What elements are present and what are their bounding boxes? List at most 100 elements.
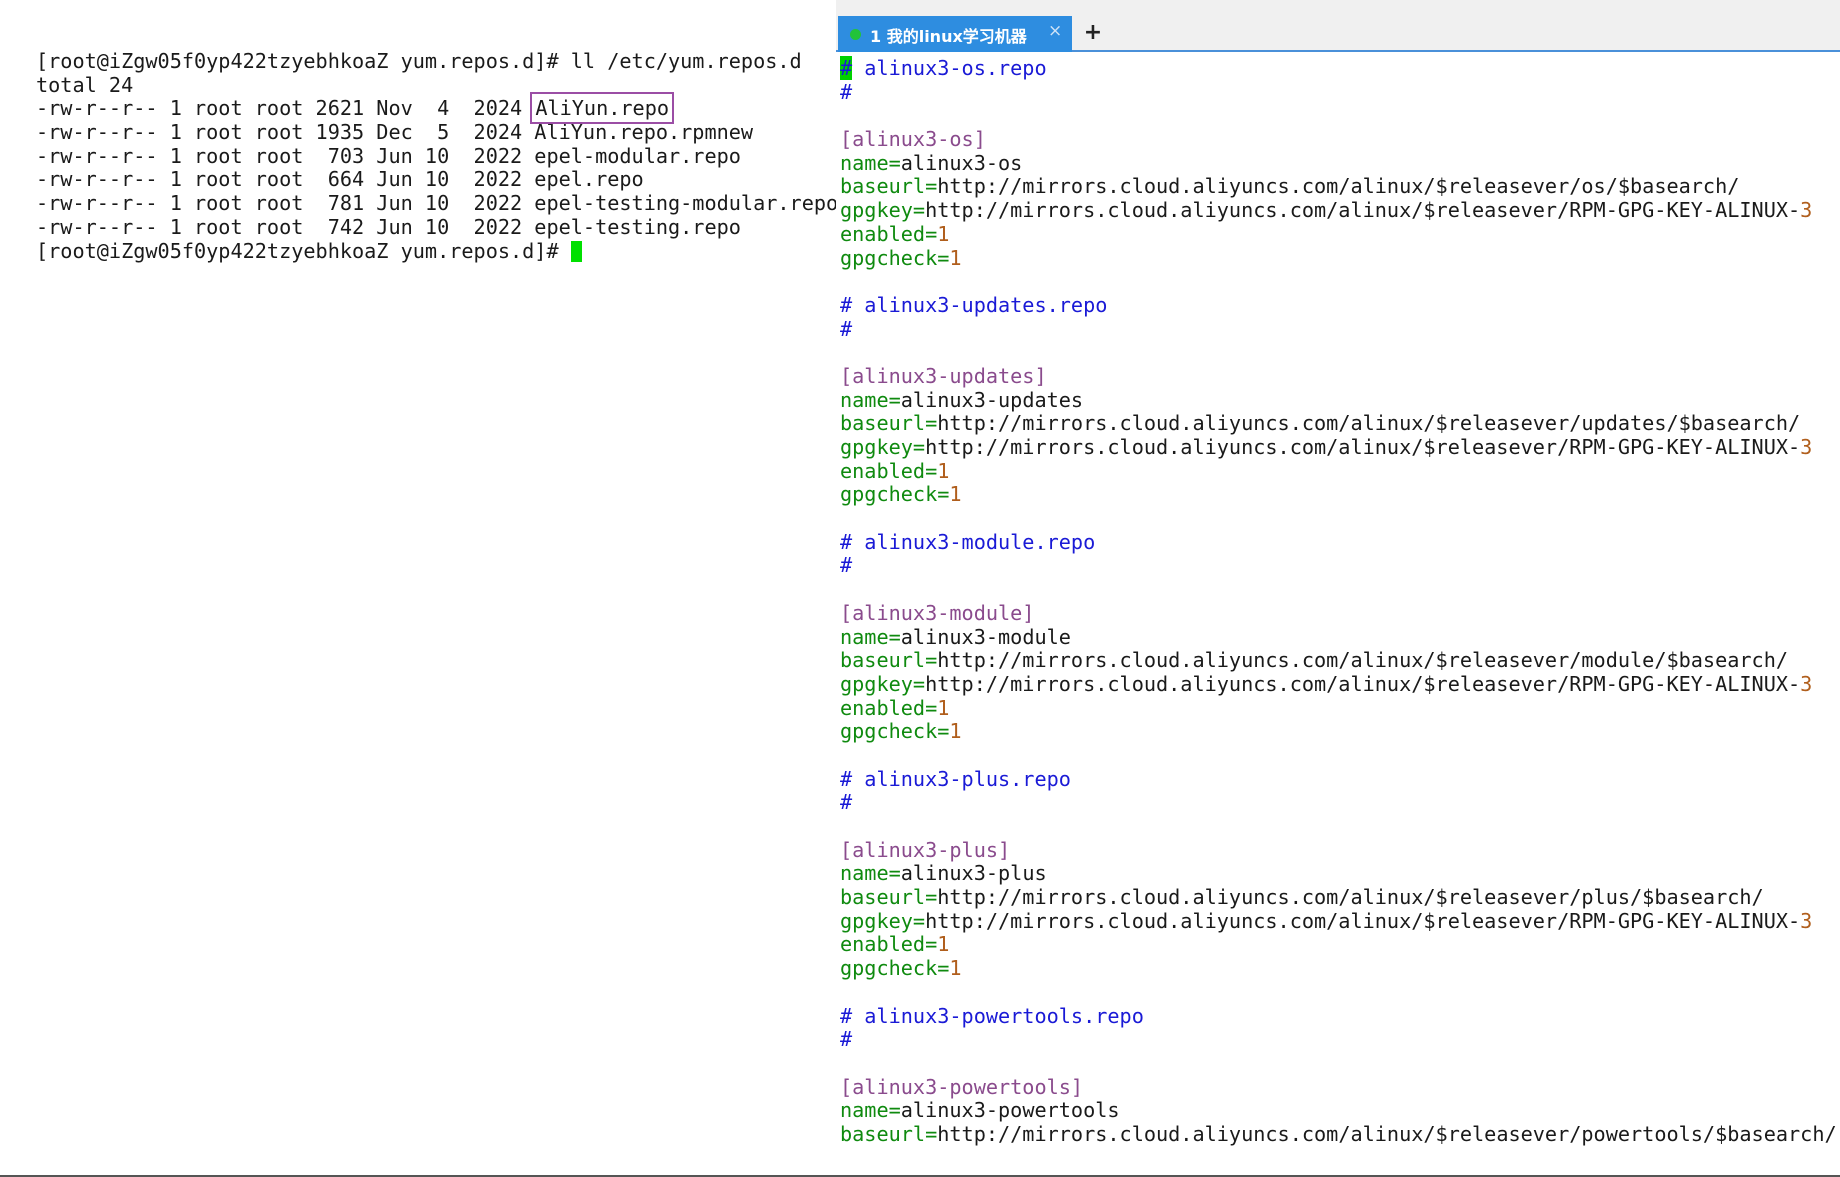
name-line: name=alinux3-plus bbox=[840, 862, 1837, 886]
comment-hash: # bbox=[840, 1003, 853, 1028]
terminal-line: -rw-r--r-- 1 root root 664 Jun 10 2022 e… bbox=[36, 167, 644, 192]
gpgkey-key: gpgkey= bbox=[840, 198, 926, 223]
name-value: alinux3-os bbox=[900, 150, 1023, 175]
editor-cursor: # bbox=[840, 56, 853, 80]
repo-section: [alinux3-plus] bbox=[840, 837, 1011, 862]
baseurl-key: baseurl= bbox=[840, 174, 938, 199]
gpgkey-suffix: 3 bbox=[1800, 198, 1813, 223]
comment-hash: # bbox=[840, 1027, 853, 1052]
name-key: name= bbox=[840, 387, 901, 412]
enabled-key: enabled= bbox=[840, 458, 938, 483]
gpgkey-suffix: 3 bbox=[1800, 908, 1813, 933]
terminal-line: -rw-r--r-- 1 root root 1935 Dec 5 2024 A… bbox=[36, 120, 754, 145]
name-value: alinux3-powertools bbox=[900, 1098, 1120, 1123]
baseurl-key: baseurl= bbox=[840, 1121, 938, 1146]
terminal-line: -rw-r--r-- 1 root root 2621 Nov 4 2024 A… bbox=[36, 92, 838, 125]
terminal-line: -rw-r--r-- 1 root root 781 Jun 10 2022 e… bbox=[36, 191, 839, 216]
repo-section: [alinux3-os] bbox=[840, 127, 986, 152]
repo-comment-line: # alinux3-powertools.repo bbox=[840, 1003, 1837, 1029]
enabled-value: 1 bbox=[937, 932, 950, 957]
terminal-line-prefix: -rw-r--r-- 1 root root 2621 Nov 4 2024 bbox=[36, 96, 535, 121]
close-icon[interactable]: × bbox=[1048, 21, 1062, 41]
enabled-value: 1 bbox=[937, 221, 950, 246]
repo-file-comment: alinux3-updates.repo bbox=[852, 292, 1108, 317]
section-header: [alinux3-plus] bbox=[840, 837, 1837, 863]
name-value: alinux3-updates bbox=[900, 387, 1084, 412]
tab-session-1[interactable]: 1 我的linux学习机器 × bbox=[838, 16, 1072, 52]
gpgkey-key: gpgkey= bbox=[840, 435, 926, 459]
highlighted-filename: AliYun.repo bbox=[530, 92, 675, 125]
terminal-pane-right[interactable]: 1 我的linux学习机器 × + # alinux3-os.repo # [ali… bbox=[836, 0, 1840, 1177]
repo-section: [alinux3-updates] bbox=[840, 363, 1047, 388]
baseurl-key: baseurl= bbox=[840, 411, 938, 436]
repo-file-comment: alinux3-module.repo bbox=[852, 529, 1096, 554]
baseurl-line: baseurl=http://mirrors.cloud.aliyuncs.co… bbox=[840, 648, 1837, 673]
repo-section: [alinux3-powertools] bbox=[840, 1074, 1084, 1099]
terminal-line: -rw-r--r-- 1 root root 703 Jun 10 2022 e… bbox=[36, 143, 741, 168]
baseurl-line: baseurl=http://mirrors.cloud.aliyuncs.co… bbox=[840, 1121, 1837, 1147]
baseurl-value: http://mirrors.cloud.aliyuncs.com/alinux… bbox=[937, 174, 1740, 199]
baseurl-line: baseurl=http://mirrors.cloud.aliyuncs.co… bbox=[840, 885, 1837, 910]
gpgkey-value: http://mirrors.cloud.aliyuncs.com/alinux… bbox=[925, 908, 1801, 933]
editor-content[interactable]: # alinux3-os.repo # [alinux3-os] name=alinu… bbox=[840, 56, 1837, 1147]
gpgcheck-key: gpgcheck= bbox=[840, 719, 950, 744]
name-key: name= bbox=[840, 861, 901, 886]
gpgkey-suffix: 3 bbox=[1800, 435, 1813, 459]
baseurl-value: http://mirrors.cloud.aliyuncs.com/alinux… bbox=[937, 1121, 1837, 1146]
baseurl-line: baseurl=http://mirrors.cloud.aliyuncs.co… bbox=[840, 175, 1837, 199]
repo-file-comment: alinux3-os.repo bbox=[852, 56, 1047, 80]
baseurl-key: baseurl= bbox=[840, 885, 938, 910]
enabled-key: enabled= bbox=[840, 932, 938, 957]
comment-line: # bbox=[840, 554, 1837, 578]
screen: [root@iZgw05f0yp422tzyebhkoaZ yum.repos.… bbox=[0, 0, 1840, 1177]
baseurl-value: http://mirrors.cloud.aliyuncs.com/alinux… bbox=[937, 885, 1764, 910]
gpgkey-value: http://mirrors.cloud.aliyuncs.com/alinux… bbox=[925, 198, 1801, 223]
connected-status-icon bbox=[850, 29, 861, 40]
enabled-value: 1 bbox=[937, 458, 950, 483]
name-value: alinux3-plus bbox=[900, 861, 1047, 886]
enabled-line: enabled=1 bbox=[840, 696, 1837, 721]
name-key: name= bbox=[840, 1098, 901, 1123]
tab-bar: 1 我的linux学习机器 × + bbox=[836, 0, 1840, 52]
name-key: name= bbox=[840, 150, 901, 175]
repo-comment-line: # alinux3-plus.repo bbox=[840, 767, 1837, 792]
section-header: [alinux3-module] bbox=[840, 600, 1837, 626]
section-header: [alinux3-powertools] bbox=[840, 1074, 1837, 1100]
baseurl-key: baseurl= bbox=[840, 648, 938, 673]
add-tab-icon[interactable]: + bbox=[1080, 16, 1106, 50]
gpgkey-line: gpgkey=http://mirrors.cloud.aliyuncs.com… bbox=[840, 198, 1837, 223]
baseurl-line: baseurl=http://mirrors.cloud.aliyuncs.co… bbox=[840, 411, 1837, 436]
name-key: name= bbox=[840, 624, 901, 649]
repo-comment-line: # alinux3-os.repo bbox=[840, 56, 1837, 81]
gpgcheck-line: gpgcheck=1 bbox=[840, 956, 1837, 981]
terminal-line: [root@iZgw05f0yp422tzyebhkoaZ yum.repos.… bbox=[36, 49, 802, 73]
gpgcheck-value: 1 bbox=[949, 719, 962, 744]
gpgcheck-key: gpgcheck= bbox=[840, 482, 950, 507]
baseurl-value: http://mirrors.cloud.aliyuncs.com/alinux… bbox=[937, 411, 1801, 436]
name-value: alinux3-module bbox=[900, 624, 1071, 649]
terminal-line: total 24 bbox=[36, 72, 134, 97]
terminal-output: [root@iZgw05f0yp422tzyebhkoaZ yum.repos.… bbox=[36, 49, 839, 264]
comment-hash: # bbox=[840, 529, 853, 554]
repo-section: [alinux3-module] bbox=[840, 600, 1035, 625]
name-line: name=alinux3-os bbox=[840, 150, 1837, 176]
enabled-line: enabled=1 bbox=[840, 458, 1837, 484]
gpgkey-key: gpgkey= bbox=[840, 671, 926, 696]
gpgkey-key: gpgkey= bbox=[840, 908, 926, 933]
gpgcheck-line: gpgcheck=1 bbox=[840, 246, 1837, 271]
comment-hash: # bbox=[840, 790, 853, 815]
repo-comment-line: # alinux3-updates.repo bbox=[840, 292, 1837, 318]
baseurl-value: http://mirrors.cloud.aliyuncs.com/alinux… bbox=[937, 648, 1789, 673]
comment-line: # bbox=[840, 1027, 1837, 1052]
gpgkey-value: http://mirrors.cloud.aliyuncs.com/alinux… bbox=[925, 435, 1801, 459]
terminal-prompt-line[interactable]: [root@iZgw05f0yp422tzyebhkoaZ yum.repos.… bbox=[36, 239, 838, 264]
terminal-pane-left[interactable]: [root@iZgw05f0yp422tzyebhkoaZ yum.repos.… bbox=[0, 0, 839, 1177]
comment-line: # bbox=[840, 317, 1837, 342]
enabled-line: enabled=1 bbox=[840, 221, 1837, 247]
